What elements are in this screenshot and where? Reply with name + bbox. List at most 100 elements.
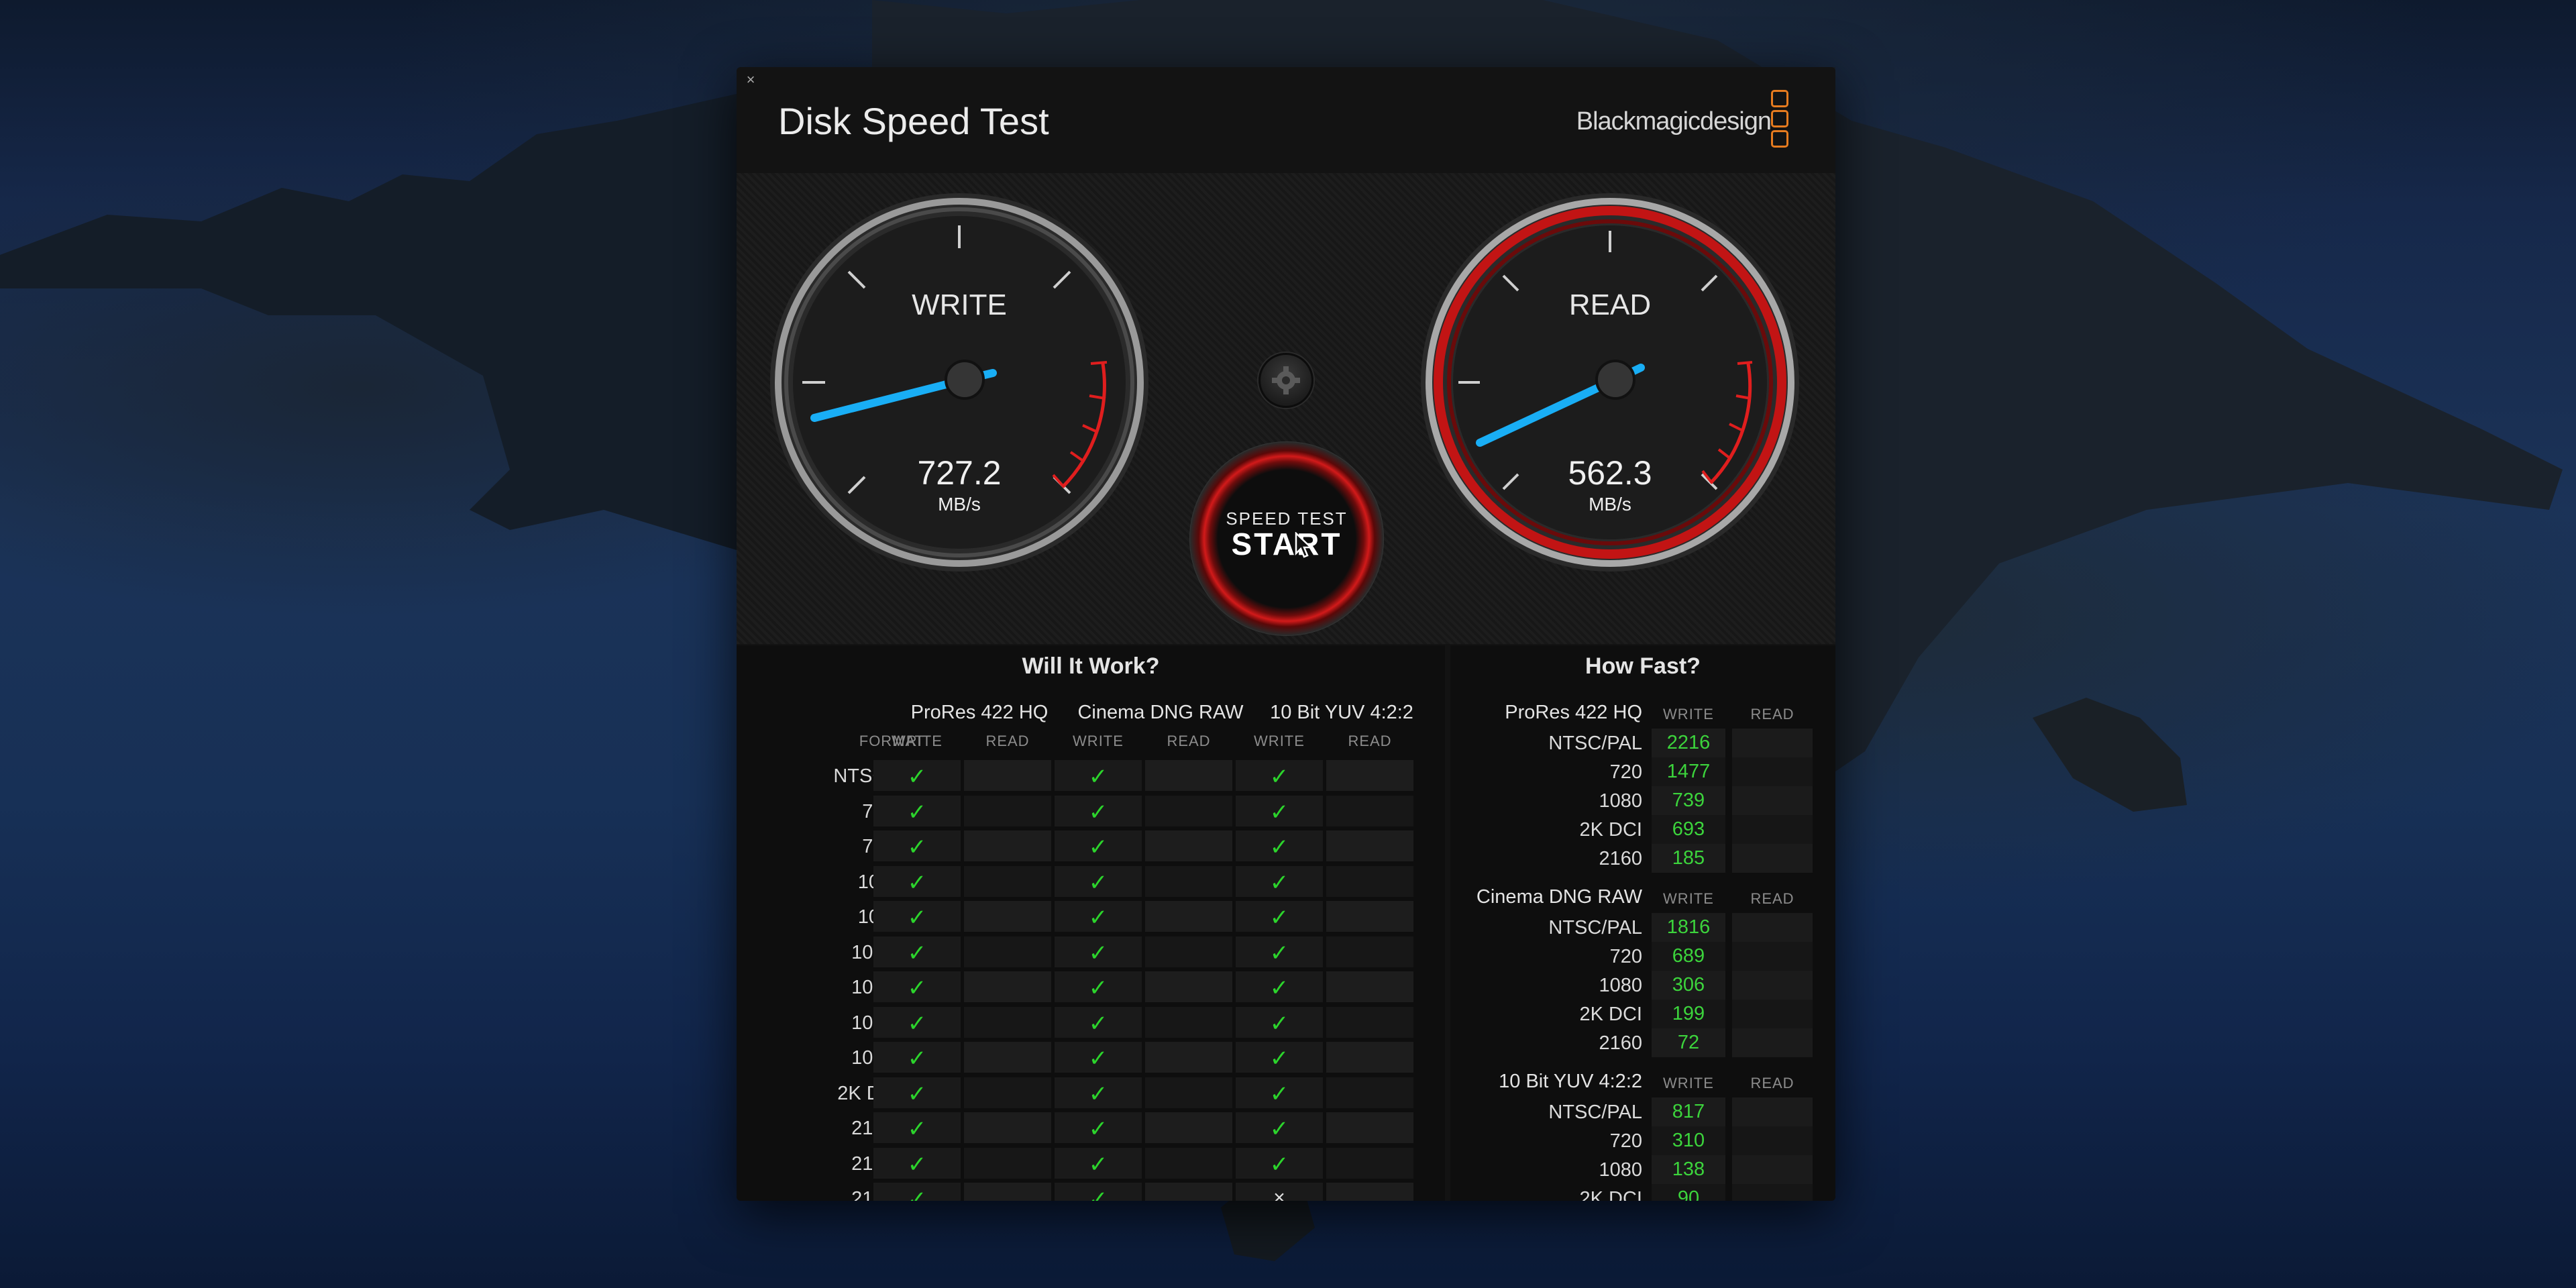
write-fps-value: 306 (1652, 971, 1725, 1000)
write-result-cell: ✓ (1236, 795, 1323, 826)
write-result-cell: ✓ (1055, 760, 1142, 791)
checkmark-icon: ✓ (1269, 1081, 1289, 1107)
resolution-label: NTSC/PAL (1548, 1102, 1642, 1123)
write-fps-value: 693 (1652, 815, 1725, 844)
read-col-header: READ (1348, 733, 1392, 749)
read-result-cell (1145, 1183, 1232, 1201)
read-result-cell (964, 1183, 1051, 1201)
checkmark-icon: ✓ (907, 1116, 927, 1142)
checkmark-icon: ✓ (1088, 940, 1108, 966)
format-row: 1080i60✓✓✓ (737, 899, 1445, 934)
speed-row: 1080 739 (1450, 786, 1835, 815)
speed-row: 720 310 (1450, 1126, 1835, 1155)
read-result-cell (1145, 795, 1232, 826)
checkmark-icon: ✓ (1088, 869, 1108, 896)
checkmark-icon: ✓ (1269, 975, 1289, 1001)
read-fps-cell (1732, 1028, 1813, 1057)
checkmark-icon: ✓ (1269, 1151, 1289, 1177)
read-result-cell (1326, 795, 1413, 826)
group-header: 10 Bit YUV 4:2:2 (1270, 702, 1413, 723)
checkmark-icon: ✓ (907, 905, 927, 930)
write-col-header: WRITE (1254, 733, 1305, 749)
write-result-cell: ✓ (1236, 1112, 1323, 1143)
write-result-cell: ✓ (1236, 1147, 1323, 1179)
checkmark-icon: ✓ (1088, 1081, 1108, 1107)
read-fps-cell (1732, 913, 1813, 942)
read-fps-cell (1732, 729, 1813, 757)
read-result-cell (1326, 971, 1413, 1002)
checkmark-icon: ✓ (1088, 799, 1108, 825)
write-speed-value: 727.2 (917, 454, 1002, 492)
checkmark-icon: ✓ (1088, 1116, 1108, 1142)
speed-row: 2160 72 (1450, 1028, 1835, 1057)
resolution-label: 1080 (1599, 975, 1642, 996)
format-row: 1080p25✓✓✓ (737, 934, 1445, 969)
write-speed-unit: MB/s (938, 494, 981, 515)
how-fast-panel: How Fast? ProRes 422 HQ WRITE READ NTSC/PAL… (1450, 645, 1835, 1201)
speed-test-start-button[interactable]: SPEED TEST START (1189, 441, 1384, 636)
format-row: 1080p50✓✓✓ (737, 1005, 1445, 1040)
read-fps-cell (1732, 757, 1813, 786)
checkmark-icon: ✓ (907, 1010, 927, 1036)
read-result-cell (1326, 1077, 1413, 1108)
write-fps-value: 138 (1652, 1155, 1725, 1184)
read-col-header: READ (1750, 1075, 1794, 1091)
read-result-cell (1145, 830, 1232, 861)
read-result-cell (1326, 901, 1413, 932)
close-icon[interactable]: × (741, 70, 761, 90)
write-result-cell: ✓ (1055, 795, 1142, 826)
resolution-label: 2K DCI (1579, 1188, 1642, 1201)
write-result-cell: ✓ (1055, 1112, 1142, 1143)
cross-icon: × (1273, 1187, 1285, 1201)
brand-logo-icon (1771, 90, 1790, 150)
speed-row: 720 1477 (1450, 757, 1835, 786)
resolution-label: 1080 (1599, 1159, 1642, 1181)
speed-row: NTSC/PAL 1816 (1450, 913, 1835, 942)
checkmark-icon: ✓ (907, 1081, 927, 1107)
checkmark-icon: ✓ (1269, 1046, 1289, 1071)
checkmark-icon: ✓ (1269, 1116, 1289, 1142)
settings-button[interactable] (1258, 353, 1313, 408)
write-result-cell: ✓ (1236, 971, 1323, 1002)
write-result-cell: ✓ (873, 1183, 961, 1201)
write-result-cell: × (1236, 1183, 1323, 1201)
checkmark-icon: ✓ (1269, 1010, 1289, 1036)
write-fps-value: 310 (1652, 1126, 1725, 1155)
checkmark-icon: ✓ (1088, 1187, 1108, 1201)
checkmark-icon: ✓ (1269, 764, 1289, 790)
speed-row: NTSC/PAL 2216 (1450, 729, 1835, 757)
checkmark-icon: ✓ (907, 975, 927, 1001)
read-result-cell (1326, 1183, 1413, 1201)
read-result-cell (964, 760, 1051, 791)
speed-row: 1080 138 (1450, 1155, 1835, 1184)
read-result-cell (1145, 1112, 1232, 1143)
speed-row: 2K DCI 199 (1450, 1000, 1835, 1028)
speed-row: 2K DCI 693 (1450, 815, 1835, 844)
checkmark-icon: ✓ (1088, 905, 1108, 930)
write-fps-value: 689 (1652, 942, 1725, 971)
format-row: 2160p25✓✓✓ (737, 1110, 1445, 1145)
write-result-cell: ✓ (873, 1042, 961, 1073)
will-it-work-panel: Will It Work? ProRes 422 HQ Cinema DNG R… (737, 645, 1445, 1201)
checkmark-icon: ✓ (1269, 835, 1289, 860)
read-result-cell (1145, 760, 1232, 791)
checkmark-icon: ✓ (907, 940, 927, 966)
write-col-header: WRITE (1073, 733, 1124, 749)
format-row: 2160p30✓✓✓ (737, 1146, 1445, 1181)
read-result-cell (964, 1112, 1051, 1143)
checkmark-icon: ✓ (1269, 869, 1289, 896)
write-result-cell: ✓ (873, 1112, 961, 1143)
write-readout: 727.2 MB/s (896, 444, 1023, 523)
write-fps-value: 199 (1652, 1000, 1725, 1028)
read-result-cell (964, 830, 1051, 861)
resolution-label: 2160 (1599, 848, 1642, 869)
write-result-cell: ✓ (1236, 830, 1323, 861)
checkmark-icon: ✓ (1088, 1151, 1108, 1177)
checkmark-icon: ✓ (1088, 975, 1108, 1001)
brand-name: Blackmagicdesign (1576, 107, 1772, 136)
checkmark-icon: ✓ (1088, 1046, 1108, 1071)
read-result-cell (1326, 865, 1413, 897)
write-fps-value: 185 (1652, 844, 1725, 873)
read-result-cell (1326, 936, 1413, 967)
speed-row: 2160 185 (1450, 844, 1835, 873)
